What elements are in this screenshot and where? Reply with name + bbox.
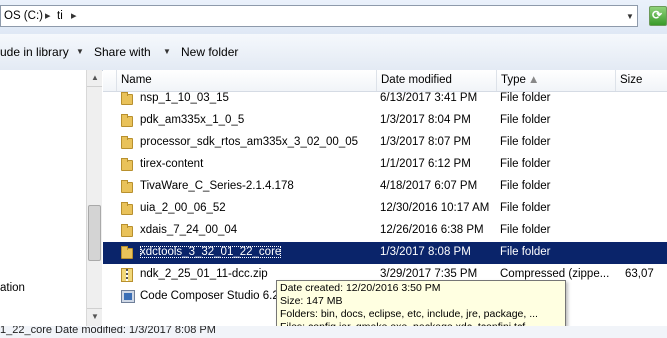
zip-icon — [121, 267, 137, 283]
file-date-modified: 4/18/2017 6:07 PM — [380, 180, 478, 192]
folder-icon — [121, 113, 137, 129]
file-name: xdais_7_24_00_04 — [140, 224, 238, 236]
file-row[interactable]: processor_sdk_rtos_am335x_3_02_00_05 1/3/… — [103, 132, 667, 154]
file-date-modified: 3/29/2017 7:35 PM — [380, 268, 478, 280]
folder-icon-shape — [121, 158, 133, 171]
scroll-down-button[interactable]: ▼ — [87, 308, 102, 325]
folder-icon-shape — [121, 202, 133, 215]
share-with-button[interactable]: Share with — [94, 45, 151, 59]
nav-item[interactable]: ation — [0, 282, 25, 294]
zip-icon-shape — [121, 268, 133, 282]
refresh-button[interactable]: ⟳ — [649, 6, 667, 26]
folder-icon — [121, 91, 137, 107]
status-details: 1_22_core Date modified: 1/3/2017 8:08 P… — [0, 326, 216, 336]
folder-icon-shape — [121, 224, 133, 237]
status-bar: 1_22_core Date modified: 1/3/2017 8:08 P… — [0, 326, 667, 338]
tooltip-folders: Folders: bin, docs, eclipse, etc, includ… — [280, 308, 538, 320]
column-date-label: Date modified — [381, 74, 452, 86]
folder-icon-shape — [121, 92, 133, 105]
shortcut-app-icon-shape — [121, 290, 135, 303]
folder-icon — [121, 157, 137, 173]
folder-icon-shape — [121, 114, 133, 127]
file-row[interactable]: xdctools_3_32_01_22_core 1/3/2017 8:08 PM… — [103, 242, 667, 264]
tooltip-date-created: Date created: 12/20/2016 3:50 PM — [280, 282, 441, 294]
folder-icon — [121, 179, 137, 195]
folder-icon-shape — [121, 136, 133, 149]
scroll-up-button[interactable]: ▲ — [87, 70, 102, 87]
refresh-icon: ⟳ — [652, 8, 663, 22]
file-type: File folder — [500, 202, 551, 214]
file-date-modified: 1/3/2017 8:08 PM — [380, 246, 471, 258]
file-type: File folder — [500, 136, 551, 148]
file-row[interactable]: tirex-content 1/1/2017 6:12 PM File folder — [103, 154, 667, 176]
arrow-down-icon: ▼ — [91, 312, 99, 321]
breadcrumb-drive[interactable]: OS (C:) — [4, 10, 43, 22]
file-name: ndk_2_25_01_11-dcc.zip — [140, 268, 268, 280]
column-name-label: Name — [121, 74, 152, 86]
navigation-pane: ation — [0, 70, 86, 326]
folder-icon-shape — [121, 180, 133, 193]
file-date-modified: 1/3/2017 8:07 PM — [380, 136, 471, 148]
file-name: processor_sdk_rtos_am335x_3_02_00_05 — [140, 136, 359, 148]
sort-ascending-icon: ▲ — [528, 74, 540, 86]
file-row[interactable]: xdais_7_24_00_04 12/26/2016 6:38 PM File f… — [103, 220, 667, 242]
file-name: xdctools_3_32_01_22_core — [140, 246, 282, 258]
folder-icon — [121, 223, 137, 239]
file-type: File folder — [500, 114, 551, 126]
file-type: File folder — [500, 246, 551, 258]
file-type: File folder — [500, 224, 551, 236]
breadcrumb-separator-icon[interactable]: ▸ — [45, 9, 51, 22]
folder-icon — [121, 245, 137, 261]
file-name: TivaWare_C_Series-2.1.4.178 — [140, 180, 294, 192]
file-name: pdk_am335x_1_0_5 — [140, 114, 245, 126]
breadcrumb-separator-icon[interactable]: ▸ — [71, 9, 77, 22]
file-name: uia_2_00_06_52 — [140, 202, 226, 214]
file-name: Code Composer Studio 6.2.0 — [140, 290, 289, 302]
file-size: 63,07 — [625, 268, 654, 280]
file-row[interactable]: pdk_am335x_1_0_5 1/3/2017 8:04 PM File fol… — [103, 110, 667, 132]
file-type: File folder — [500, 180, 551, 192]
file-date-modified: 1/3/2017 8:04 PM — [380, 114, 471, 126]
address-bar[interactable]: OS (C:) ▸ ti ▸ ▼ — [0, 5, 638, 27]
file-date-modified: 12/30/2016 10:17 AM — [380, 202, 490, 214]
file-name: nsp_1_10_03_15 — [140, 92, 229, 104]
file-row[interactable]: TivaWare_C_Series-2.1.4.178 4/18/2017 6:0… — [103, 176, 667, 198]
include-in-library-button[interactable]: ude in library — [0, 45, 69, 59]
file-type: Compressed (zippe... — [500, 268, 610, 280]
address-dropdown-icon[interactable]: ▼ — [626, 12, 634, 21]
chevron-down-icon: ▼ — [76, 47, 84, 56]
address-bar-region: OS (C:) ▸ ti ▸ ▼ ⟳ — [0, 0, 667, 34]
chevron-down-icon: ▼ — [163, 47, 171, 56]
file-date-modified: 1/1/2017 6:12 PM — [380, 158, 471, 170]
file-date-modified: 12/26/2016 6:38 PM — [380, 224, 484, 236]
nav-scrollbar[interactable]: ▲ ▼ — [86, 70, 102, 326]
file-row[interactable]: uia_2_00_06_52 12/30/2016 10:17 AM File fo… — [103, 198, 667, 220]
folder-icon-shape — [121, 246, 133, 259]
arrow-up-icon: ▲ — [91, 73, 99, 82]
scroll-thumb[interactable] — [88, 205, 101, 261]
new-folder-button[interactable]: New folder — [181, 45, 238, 59]
file-type: File folder — [500, 92, 551, 104]
tooltip-size: Size: 147 MB — [280, 295, 343, 307]
file-type: File folder — [500, 158, 551, 170]
folder-icon — [121, 135, 137, 151]
column-size-label: Size — [620, 74, 643, 86]
column-type-label: Type — [501, 74, 526, 86]
breadcrumb-folder[interactable]: ti — [57, 10, 63, 22]
folder-icon — [121, 201, 137, 217]
shortcut-app-icon — [121, 289, 137, 305]
file-date-modified: 6/13/2017 3:41 PM — [380, 92, 478, 104]
command-toolbar: ude in library ▼ Share with ▼ New folder — [0, 34, 667, 71]
file-name: tirex-content — [140, 158, 204, 170]
file-row[interactable]: nsp_1_10_03_15 6/13/2017 3:41 PM File fold… — [103, 88, 667, 110]
